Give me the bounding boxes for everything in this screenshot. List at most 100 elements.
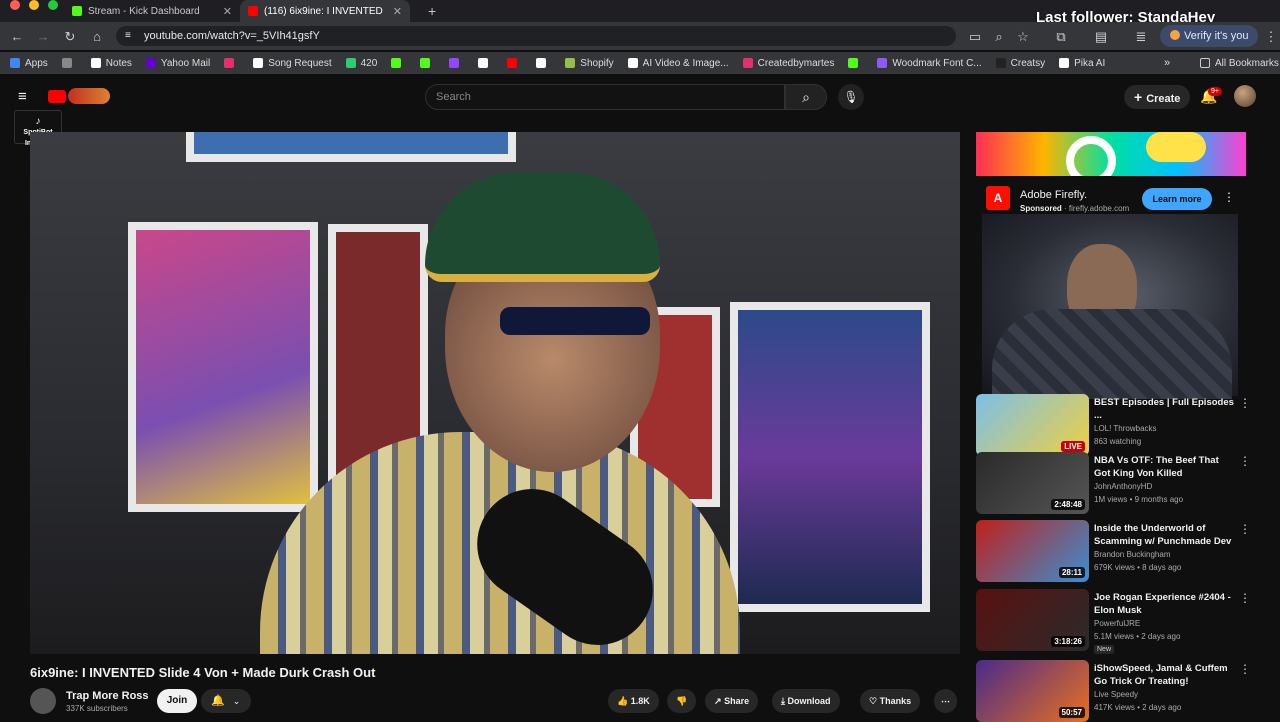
bookmark-item[interactable]: Creatsy xyxy=(995,58,1045,69)
bell-icon: 🔔 xyxy=(211,695,225,707)
share-button[interactable]: ↗ Share xyxy=(705,689,759,713)
blanket xyxy=(992,309,1232,399)
bookmark-item[interactable]: Yahoo Mail xyxy=(145,58,210,69)
recommended-video[interactable]: 50:57 iShowSpeed, Jamal & Cuffem Go Trick… xyxy=(976,660,1256,722)
more-options-icon[interactable]: ⋮ xyxy=(1239,454,1251,468)
channel-name[interactable]: LOL! Throwbacks xyxy=(1094,424,1157,433)
forward-icon[interactable]: → xyxy=(36,29,50,44)
download-button[interactable]: ⤓ Download xyxy=(772,689,840,713)
tab-kick-dashboard[interactable]: Stream - Kick Dashboard ✕ xyxy=(64,0,240,22)
video-thumbnail[interactable]: 28:11 xyxy=(976,520,1089,582)
ad-more-icon[interactable]: ⋮ xyxy=(1223,190,1235,204)
bookmark-item[interactable] xyxy=(391,58,406,68)
bookmark-item[interactable]: Createdbymartes xyxy=(742,58,834,69)
channel-avatar[interactable] xyxy=(30,688,56,714)
thanks-button[interactable]: ♡ Thanks xyxy=(860,689,921,713)
recommended-video[interactable]: 2:48:48 NBA Vs OTF: The Beef That Got Kin… xyxy=(976,452,1256,514)
voice-search-button[interactable]: 🎙 xyxy=(838,84,864,110)
search-icon: ⌕ xyxy=(802,88,810,105)
extensions-icon[interactable]: ⧉ xyxy=(1054,29,1068,45)
thumbs-down-icon: 👎 xyxy=(676,696,688,706)
bookmark-item[interactable]: Song Request xyxy=(253,58,332,69)
join-button[interactable]: Join xyxy=(157,689,197,713)
video-thumbnail[interactable]: 3:18:26 xyxy=(976,589,1089,651)
video-thumbnail[interactable]: 2:48:48 xyxy=(976,452,1089,514)
bookmark-star-icon[interactable]: ☆ xyxy=(1016,29,1030,45)
media-icon[interactable]: ≣ xyxy=(1134,29,1148,45)
channel-name[interactable]: JohnAnthonyHD xyxy=(1094,482,1152,491)
verify-profile-button[interactable]: Verify it's you xyxy=(1160,25,1259,47)
more-options-icon[interactable]: ⋮ xyxy=(1239,522,1251,536)
channel-name[interactable]: PowerfulJRE xyxy=(1094,619,1140,628)
search-input[interactable]: Search xyxy=(425,84,785,110)
video-thumbnail[interactable]: 50:57 xyxy=(976,660,1089,722)
bookmark-item[interactable]: Shopify xyxy=(565,58,614,69)
channel-name[interactable]: Trap More Ross xyxy=(66,690,149,702)
bookmark-label: Woodmark Font C... xyxy=(892,57,982,69)
video-title[interactable]: iShowSpeed, Jamal & Cuffem Go Trick Or T… xyxy=(1094,662,1234,688)
bookmark-item[interactable] xyxy=(507,58,522,68)
channel-name[interactable]: Live Speedy xyxy=(1094,690,1138,699)
menu-icon[interactable]: ≡ xyxy=(18,88,27,105)
cast-icon[interactable]: ▭ xyxy=(968,29,982,45)
home-icon[interactable]: ⌂ xyxy=(90,29,104,44)
search-button[interactable]: ⌕ xyxy=(785,84,827,110)
video-title[interactable]: NBA Vs OTF: The Beef That Got King Von K… xyxy=(1094,454,1234,480)
close-tab-icon[interactable]: ✕ xyxy=(223,5,232,18)
sidebar-icon[interactable]: ▤ xyxy=(1094,29,1108,45)
recommended-video[interactable]: LIVE BEST Episodes | Full Episodes ... LOL… xyxy=(976,394,1256,456)
more-options-icon[interactable]: ⋮ xyxy=(1239,396,1251,410)
bookmark-favicon-icon xyxy=(995,58,1006,68)
video-title[interactable]: Joe Rogan Experience #2404 - Elon Musk xyxy=(1094,591,1234,617)
new-tab-button[interactable]: + xyxy=(420,0,444,22)
all-bookmarks-folder[interactable]: All Bookmarks xyxy=(1200,58,1279,69)
ad-learn-more-button[interactable]: Learn more xyxy=(1142,188,1212,210)
more-options-icon[interactable]: ⋮ xyxy=(1239,591,1251,605)
channel-name[interactable]: Brandon Buckingham xyxy=(1094,550,1171,559)
sponsored-ad[interactable]: A Adobe Firefly. Sponsored · firefly.ado… xyxy=(976,132,1246,222)
dislike-button[interactable]: 👎 xyxy=(667,689,697,713)
close-tab-icon[interactable]: ✕ xyxy=(393,5,402,18)
browser-menu-icon[interactable]: ⋮ xyxy=(1264,29,1278,45)
minimize-window-button[interactable] xyxy=(29,0,39,10)
close-window-button[interactable] xyxy=(10,0,20,10)
bookmark-favicon-icon xyxy=(224,58,235,68)
zoom-icon[interactable]: ⌕ xyxy=(992,29,1006,45)
video-title[interactable]: Inside the Underworld of Scamming w/ Pun… xyxy=(1094,522,1234,548)
maximize-window-button[interactable] xyxy=(48,0,58,10)
bookmark-item[interactable] xyxy=(61,58,77,68)
account-avatar[interactable] xyxy=(1234,85,1256,107)
bookmark-item[interactable] xyxy=(536,58,551,68)
bookmark-item[interactable]: AI Video & Image... xyxy=(627,58,729,69)
reload-icon[interactable]: ↻ xyxy=(63,29,77,45)
site-info-icon[interactable]: ≡ xyxy=(125,26,131,46)
bookmark-item[interactable] xyxy=(224,58,239,68)
bookmark-item[interactable]: Apps xyxy=(10,58,48,69)
more-options-icon[interactable]: ⋮ xyxy=(1239,662,1251,676)
more-actions-button[interactable]: ⋯ xyxy=(934,689,957,713)
bookmark-item[interactable]: 420 xyxy=(345,58,377,69)
bookmark-item[interactable] xyxy=(478,58,493,68)
video-player[interactable] xyxy=(30,132,960,654)
bookmark-item[interactable] xyxy=(420,58,435,68)
like-button[interactable]: 👍 1.8K xyxy=(608,689,659,713)
download-label: Download xyxy=(787,696,831,706)
tab-youtube[interactable]: (116) 6ix9ine: I INVENTED ✕ xyxy=(240,0,410,22)
bookmark-item[interactable]: Woodmark Font C... xyxy=(877,57,982,69)
recommended-video[interactable]: 28:11 Inside the Underworld of Scamming w… xyxy=(976,520,1256,582)
youtube-icon xyxy=(248,6,258,16)
thanks-label: Thanks xyxy=(879,696,912,706)
bookmark-item[interactable]: Notes xyxy=(90,58,132,69)
back-icon[interactable]: ← xyxy=(10,29,24,44)
more-bookmarks-icon[interactable]: » xyxy=(1164,57,1170,69)
bookmark-item[interactable]: Pika AI xyxy=(1059,58,1105,69)
bookmark-item[interactable] xyxy=(449,58,464,68)
youtube-logo[interactable] xyxy=(48,90,66,103)
video-thumbnail[interactable]: LIVE xyxy=(976,394,1089,456)
subscription-bell-button[interactable]: 🔔 ⌄ xyxy=(201,689,251,713)
url-field[interactable]: ≡ youtube.com/watch?v=_5VIh41gsfY xyxy=(116,26,956,46)
recommended-video[interactable]: 3:18:26 Joe Rogan Experience #2404 - Elon… xyxy=(976,589,1256,654)
bookmark-item[interactable] xyxy=(848,58,863,68)
create-button[interactable]: + Create xyxy=(1124,85,1191,109)
video-title[interactable]: BEST Episodes | Full Episodes ... xyxy=(1094,396,1234,422)
